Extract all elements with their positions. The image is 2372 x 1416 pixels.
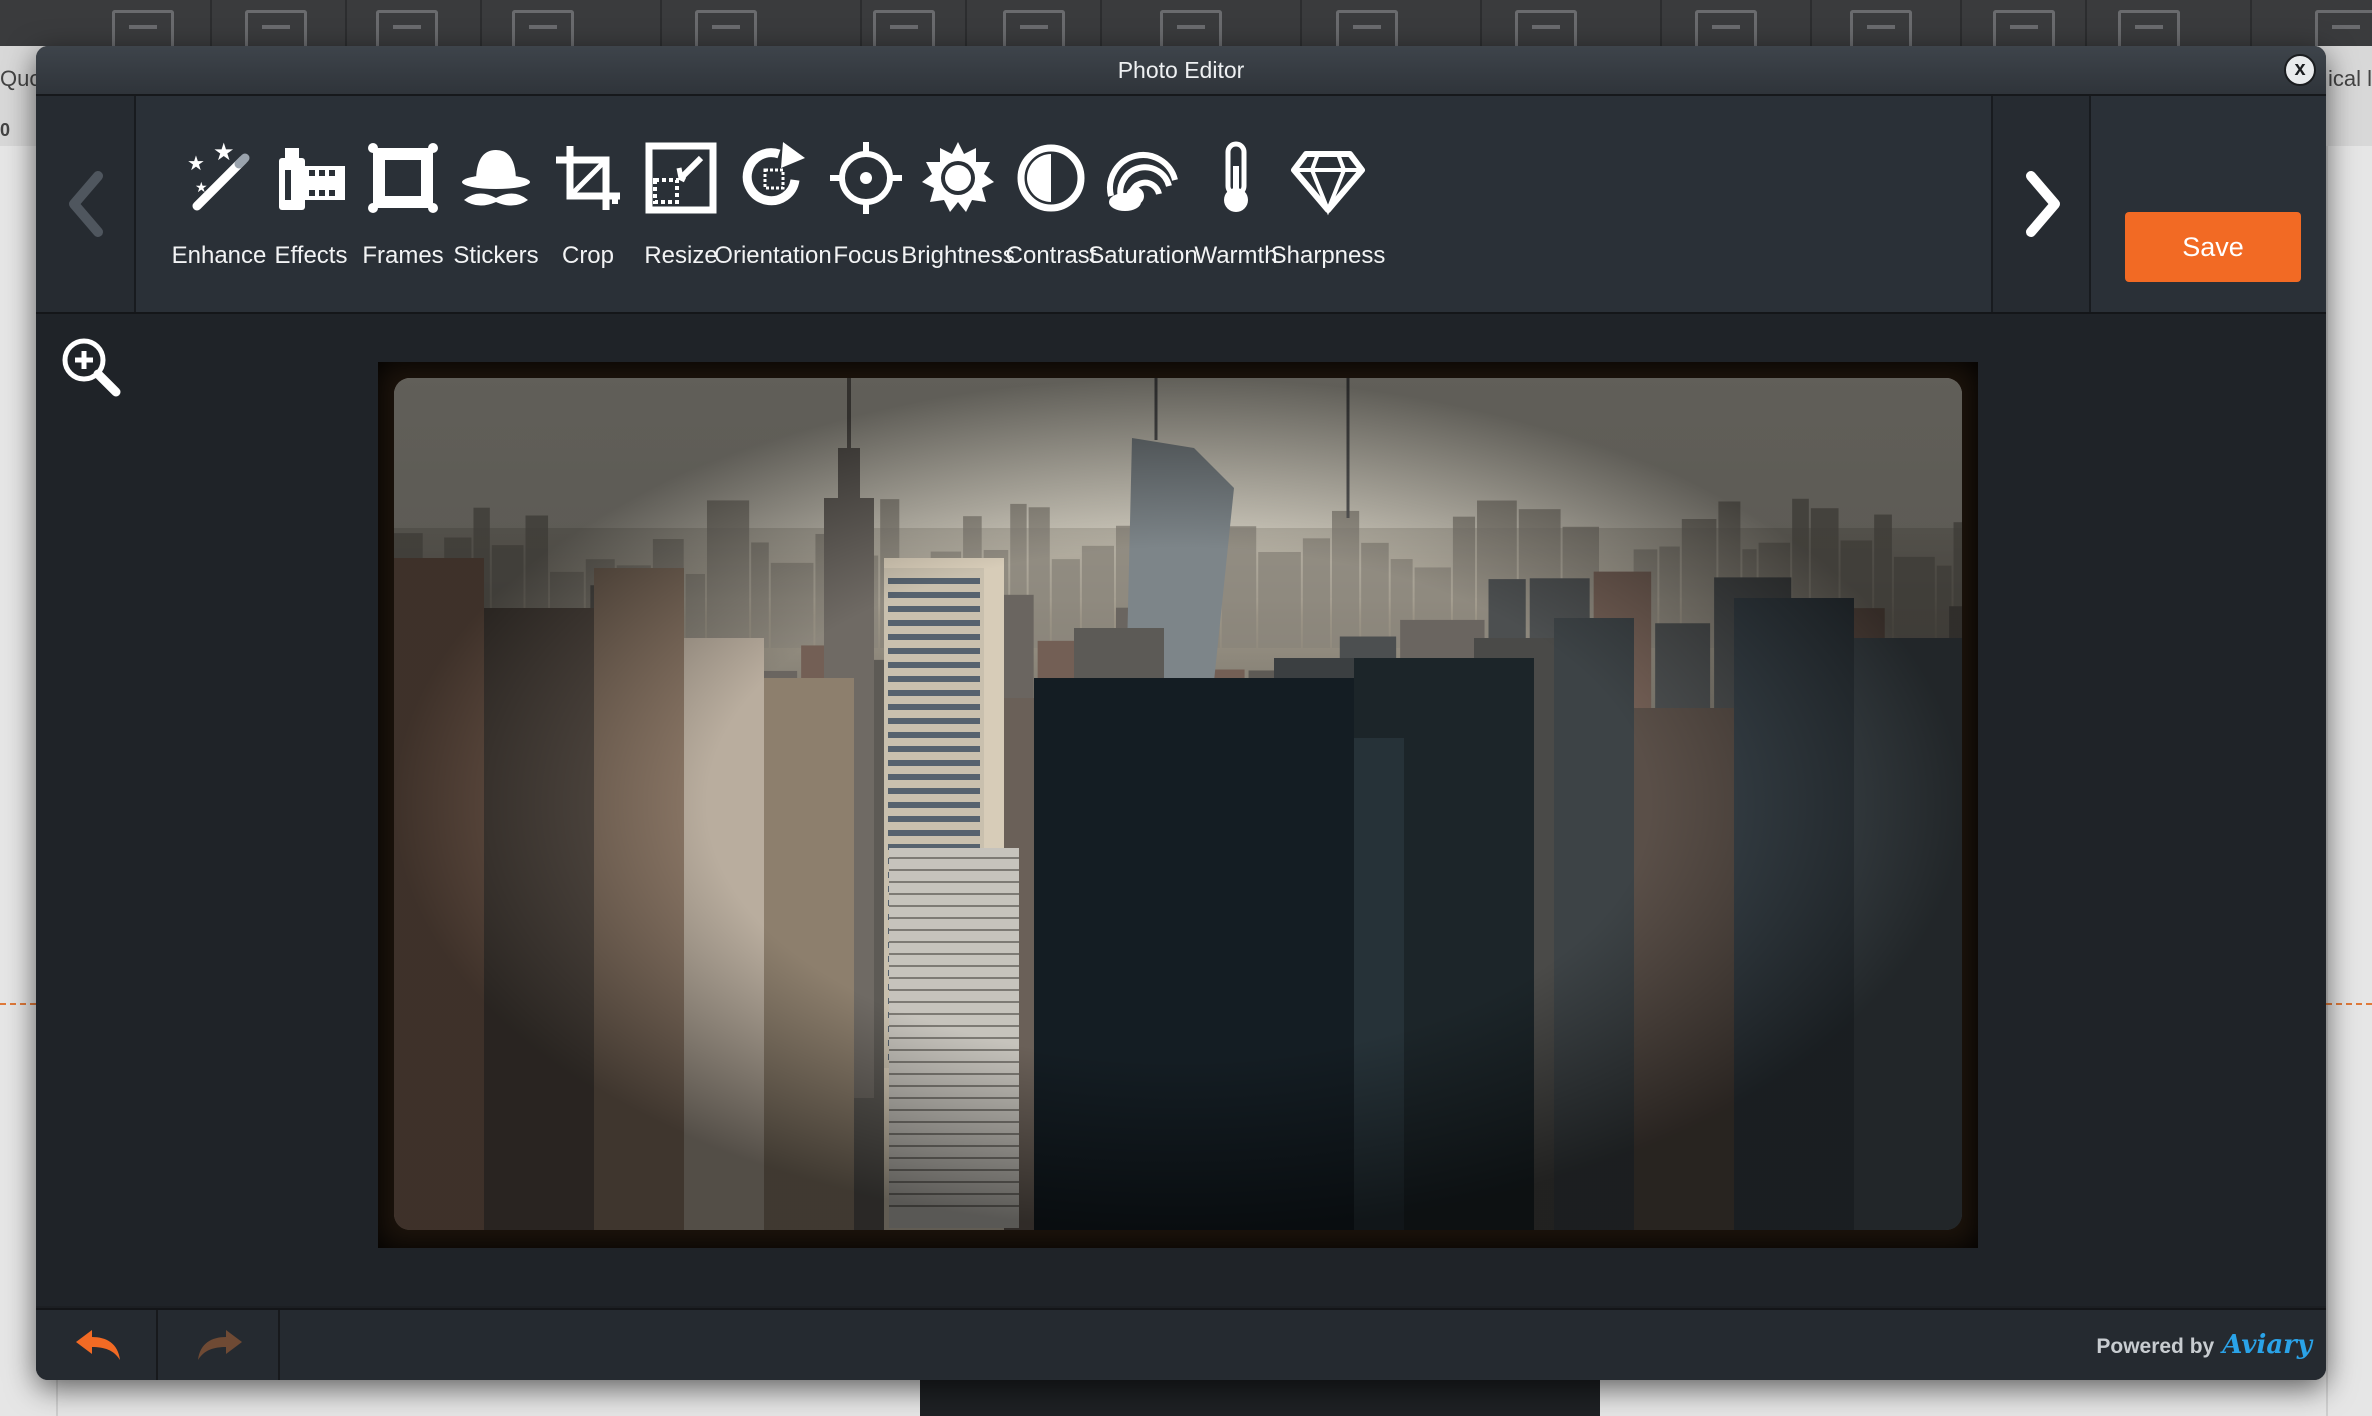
background-guide-line bbox=[2326, 146, 2328, 1416]
background-toolbar-separator bbox=[1960, 0, 1962, 46]
background-toolbar-separator bbox=[2085, 0, 2087, 46]
background-toolbar-separator bbox=[860, 0, 862, 46]
background-toolbar-separator bbox=[1480, 0, 1482, 46]
background-tool-icon bbox=[873, 10, 935, 46]
undo-arrow-icon bbox=[76, 1330, 120, 1360]
chevron-right-icon bbox=[2026, 171, 2060, 237]
redo-arrow-icon bbox=[198, 1330, 242, 1360]
photo-frame bbox=[378, 362, 1978, 1248]
close-button[interactable]: x bbox=[2284, 54, 2316, 86]
background-toolbar-separator bbox=[345, 0, 347, 46]
background-panel bbox=[920, 1378, 1600, 1416]
aviary-logo[interactable]: Aviary bbox=[2222, 1330, 2312, 1360]
next-tools-button[interactable] bbox=[1991, 96, 2091, 312]
background-toolbar-separator bbox=[660, 0, 662, 46]
background-tool-icon bbox=[695, 10, 757, 46]
dialog-title: Photo Editor bbox=[1117, 57, 1245, 83]
background-toolbar-separator bbox=[1300, 0, 1302, 46]
tool-sharpness-button[interactable]: Sharpness bbox=[1258, 96, 1398, 312]
background-tool-icon bbox=[1993, 10, 2055, 46]
background-toolbar-separator bbox=[1810, 0, 1812, 46]
image-stage bbox=[36, 314, 2326, 1306]
background-tool-icon bbox=[1695, 10, 1757, 46]
undo-button[interactable] bbox=[36, 1310, 158, 1380]
background-toolbar-separator bbox=[210, 0, 212, 46]
diamond-icon bbox=[1291, 151, 1365, 216]
save-button[interactable]: Save bbox=[2125, 212, 2301, 282]
previous-tools-button[interactable] bbox=[36, 96, 136, 312]
background-tool-icon bbox=[1336, 10, 1398, 46]
background-left-number: 0 bbox=[0, 120, 11, 140]
background-tool-icon bbox=[512, 10, 574, 46]
background-margin-guide bbox=[2326, 1003, 2372, 1005]
background-tool-icon bbox=[1850, 10, 1912, 46]
background-tool-icon bbox=[2315, 10, 2372, 46]
background-tool-icon bbox=[1160, 10, 1222, 46]
city-skyline-illustration bbox=[394, 378, 1962, 1230]
svg-text:★: ★ bbox=[195, 180, 208, 196]
redo-button[interactable] bbox=[158, 1310, 280, 1380]
tool-strip: ★ ★ ★ Enhance Effects Frames Stickers Crop Resiz… bbox=[36, 96, 2326, 314]
city-skyline-photo[interactable] bbox=[394, 378, 1962, 1230]
dialog-titlebar: Photo Editor x bbox=[36, 46, 2326, 96]
background-margin-guide bbox=[0, 1003, 36, 1005]
background-toolbar-separator bbox=[1660, 0, 1662, 46]
background-toolbar-separator bbox=[480, 0, 482, 46]
background-tool-icon bbox=[2118, 10, 2180, 46]
background-toolbar-separator bbox=[1100, 0, 1102, 46]
tool-label: Sharpness bbox=[1270, 242, 1386, 269]
background-tool-icon bbox=[1515, 10, 1577, 46]
background-toolbar-separator bbox=[2250, 0, 2252, 46]
svg-text:★: ★ bbox=[213, 140, 235, 166]
background-tool-icon bbox=[245, 10, 307, 46]
background-tool-icon bbox=[376, 10, 438, 46]
powered-by-label: Powered by bbox=[2096, 1335, 2215, 1358]
editor-footer: Powered by Aviary bbox=[36, 1308, 2326, 1380]
background-tool-icon bbox=[1003, 10, 1065, 46]
chevron-left-icon bbox=[69, 171, 103, 237]
zoom-in-icon[interactable] bbox=[58, 334, 124, 400]
photo-editor-dialog: Photo Editor x ★ ★ ★ Enhance Effects Frames St… bbox=[36, 46, 2326, 1380]
background-right-label: ical l bbox=[2328, 66, 2372, 91]
background-tool-icon bbox=[112, 10, 174, 46]
background-toolbar-separator bbox=[965, 0, 967, 46]
powered-by-credit: Powered by Aviary bbox=[2096, 1330, 2312, 1360]
svg-text:★: ★ bbox=[187, 151, 205, 175]
